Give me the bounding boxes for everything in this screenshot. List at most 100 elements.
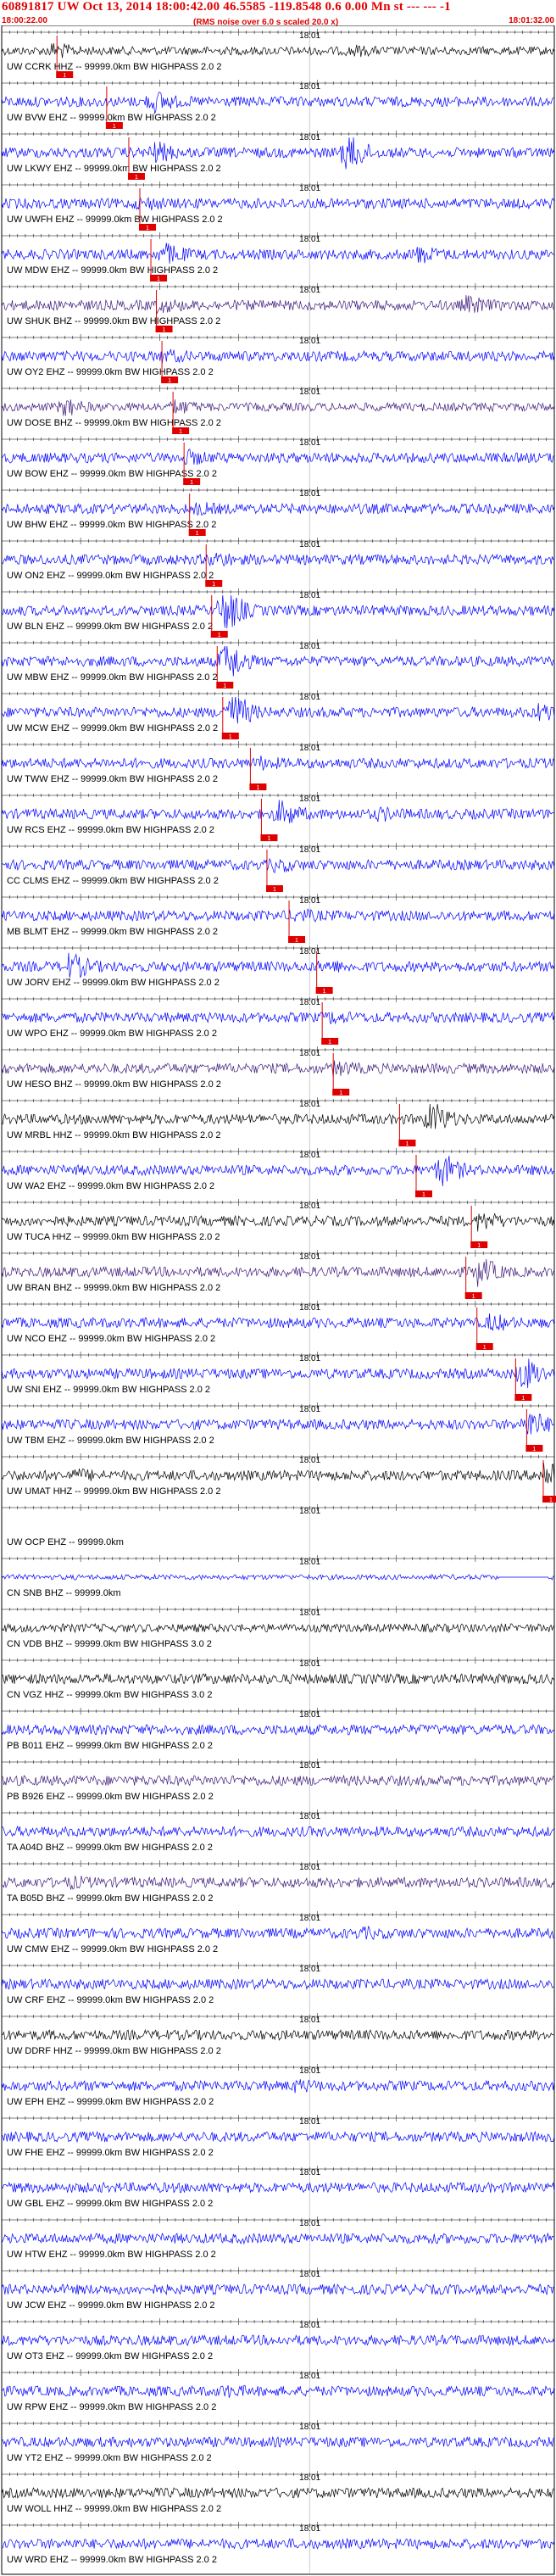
- waveform: [1, 1011, 555, 1025]
- trace-4: 18:01 UW MDW EHZ -- 99999.0km BW HIGHPASS…: [1, 232, 555, 282]
- station-label: UW CCRK HHZ -- 99999.0km BW HIGHPASS 2.0…: [7, 62, 221, 72]
- pick-label: 1: [483, 1345, 486, 1351]
- minute-tick-label: 18:01: [299, 795, 320, 804]
- trace-34: 18:01 PB B926 EHZ -- 99999.0km BW HIGHPAS…: [1, 1759, 555, 1802]
- minute-tick-label: 18:01: [299, 1354, 320, 1363]
- station-label: UW TBM EHZ -- 99999.0km BW HIGHPASS 2.0 …: [7, 1436, 214, 1446]
- minute-tick-label: 18:01: [299, 1659, 320, 1669]
- station-label: TA A04D BHZ -- 99999.0km BW HIGHPASS 2.0…: [7, 1843, 213, 1853]
- pick-label: 1: [477, 1243, 481, 1249]
- station-label: UW SHUK BHZ -- 99999.0km BW HIGHPASS 2.0…: [7, 316, 220, 326]
- minute-tick-label: 18:01: [299, 2016, 320, 2025]
- minute-tick-label: 18:01: [299, 1456, 320, 1465]
- station-label: PB B011 EHZ -- 99999.0km BW HIGHPASS 2.0…: [7, 1741, 213, 1751]
- trace-28: 18:01 UW UMAT HHZ -- 99999.0km BW HIGHPAS…: [1, 1453, 556, 1503]
- station-label: CC CLMS EHZ -- 99999.0km BW HIGHPASS 2.0…: [7, 876, 219, 886]
- station-label: UW OY2 EHZ -- 99999.0km BW HIGHPASS 2.0 …: [7, 367, 214, 377]
- minute-tick-label: 18:01: [299, 1558, 320, 1567]
- waveform: [1, 552, 555, 567]
- trace-25: 18:01 UW NCO EHZ -- 99999.0km BW HIGHPASS…: [1, 1301, 555, 1351]
- station-label: UW FHE EHZ -- 99999.0km BW HIGHPASS 2.0 …: [7, 2148, 214, 2158]
- waveform: [1, 196, 555, 211]
- trace-15: 18:01 UW RCS EHZ -- 99999.0km BW HIGHPASS…: [1, 792, 555, 842]
- trace-35: 18:01 TA A04D BHZ -- 99999.0km BW HIGHPAS…: [1, 1809, 555, 1853]
- minute-tick-label: 18:01: [299, 1049, 320, 1058]
- waveform: [1, 858, 555, 873]
- pick-label: 1: [212, 582, 215, 588]
- station-label: UW TUCA HHZ -- 99999.0km BW HIGHPASS 2.0…: [7, 1232, 220, 1242]
- pick-label: 1: [163, 327, 166, 333]
- pick-label: 1: [273, 887, 276, 893]
- waveform: [1, 1358, 555, 1389]
- minute-tick-label: 18:01: [299, 896, 320, 906]
- minute-tick-label: 18:01: [299, 1252, 320, 1262]
- trace-1: 18:01 UW BVW EHZ -- 99999.0km BW HIGHPASS…: [1, 80, 555, 130]
- pick-label: 1: [532, 1447, 536, 1452]
- trace-3: 18:01 UW UWFH EHZ -- 99999.0km BW HIGHPAS…: [1, 181, 555, 231]
- pick-label: 1: [179, 429, 182, 435]
- minute-tick-label: 18:01: [299, 1965, 320, 1974]
- pick-label: 1: [146, 226, 149, 231]
- minute-tick-label: 18:01: [299, 1100, 320, 1109]
- waveform: [1, 1463, 555, 1484]
- station-label: UW RCS EHZ -- 99999.0km BW HIGHPASS 2.0 …: [7, 825, 214, 835]
- pick-label: 1: [218, 633, 221, 638]
- trace-22: 18:01 UW WA2 EHZ -- 99999.0km BW HIGHPASS…: [1, 1148, 555, 1198]
- pick-label: 1: [422, 1192, 425, 1198]
- station-label: UW GBL EHZ -- 99999.0km BW HIGHPASS 2.0 …: [7, 2199, 213, 2209]
- waveform: [1, 1876, 555, 1890]
- pick-label: 1: [190, 480, 193, 486]
- waveform: [1, 2232, 555, 2245]
- station-label: UW MBW EHZ -- 99999.0km BW HIGHPASS 2.0 …: [7, 672, 218, 683]
- end-time: 18:01:32.00: [509, 16, 554, 25]
- station-label: UW EPH EHZ -- 99999.0km BW HIGHPASS 2.0 …: [7, 2097, 214, 2107]
- station-label: CN VDB BHZ -- 99999.0km BW HIGHPASS 3.0 …: [7, 1639, 212, 1649]
- trace-38: 18:01 UW CRF EHZ -- 99999.0km BW HIGHPASS…: [1, 1962, 555, 2005]
- minute-tick-label: 18:01: [299, 82, 320, 92]
- trace-29: 18:01 UW OCP EHZ -- 99999.0km: [1, 1504, 555, 1547]
- minute-tick-label: 18:01: [299, 133, 320, 142]
- minute-tick-label: 18:01: [299, 744, 320, 753]
- waveform: [1, 2283, 555, 2296]
- station-label: UW OT3 EHZ -- 99999.0km BW HIGHPASS 2.0 …: [7, 2351, 213, 2361]
- pick-label: 1: [113, 124, 116, 130]
- station-label: UW WA2 EHZ -- 99999.0km BW HIGHPASS 2.0 …: [7, 1181, 214, 1191]
- minute-tick-label: 18:01: [299, 2321, 320, 2330]
- trace-32: 18:01 CN VGZ HHZ -- 99999.0km BW HIGHPASS…: [1, 1657, 555, 1700]
- trace-48: 18:01 UW WOLL HHZ -- 99999.0km BW HIGHPAS…: [1, 2471, 555, 2514]
- minute-tick-label: 18:01: [299, 337, 320, 346]
- minute-tick-label: 18:01: [299, 1202, 320, 1211]
- trace-23: 18:01 UW TUCA HHZ -- 99999.0km BW HIGHPAS…: [1, 1199, 555, 1249]
- pick-label: 1: [521, 1396, 525, 1402]
- waveform: [1, 1060, 555, 1077]
- waveform: [1, 1413, 555, 1435]
- station-label: UW MCW EHZ -- 99999.0km BW HIGHPASS 2.0 …: [7, 723, 218, 733]
- trace-10: 18:01 UW ON2 EHZ -- 99999.0km BW HIGHPASS…: [1, 538, 555, 588]
- trace-20: 18:01 UW HESO BHZ -- 99999.0km BW HIGHPAS…: [1, 1046, 555, 1096]
- trace-47: 18:01 UW YT2 EHZ -- 99999.0km BW HIGHPASS…: [1, 2420, 555, 2463]
- minute-tick-label: 18:01: [299, 1710, 320, 1720]
- trace-37: 18:01 UW CMW EHZ -- 99999.0km BW HIGHPASS…: [1, 1911, 555, 1954]
- station-label: MB BLMT EHZ -- 99999.0km BW HIGHPASS 2.0…: [7, 927, 218, 937]
- station-label: UW TWW EHZ -- 99999.0km BW HIGHPASS 2.0 …: [7, 774, 218, 784]
- trace-5: 18:01 UW SHUK BHZ -- 99999.0km BW HIGHPAS…: [1, 283, 555, 333]
- trace-39: 18:01 UW DDRF HHZ -- 99999.0km BW HIGHPAS…: [1, 2013, 555, 2056]
- waveform: [1, 2334, 555, 2347]
- pick-label: 1: [323, 989, 326, 995]
- waveform: [1, 1622, 555, 1634]
- pick-label: 1: [157, 276, 160, 282]
- station-label: UW WOLL HHZ -- 99999.0km BW HIGHPASS 2.0…: [7, 2504, 221, 2514]
- minute-tick-label: 18:01: [299, 1507, 320, 1516]
- pick-label: 1: [63, 73, 66, 79]
- station-label: UW JORV EHZ -- 99999.0km BW HIGHPASS 2.0…: [7, 978, 220, 988]
- waveform: [1, 2182, 555, 2194]
- minute-tick-label: 18:01: [299, 388, 320, 397]
- trace-27: 18:01 UW TBM EHZ -- 99999.0km BW HIGHPASS…: [1, 1402, 555, 1452]
- waveform: [1, 43, 555, 59]
- waveform: [1, 2486, 555, 2500]
- trace-42: 18:01 UW GBL EHZ -- 99999.0km BW HIGHPASS…: [1, 2166, 555, 2209]
- trace-11: 18:01 UW BLN EHZ -- 99999.0km BW HIGHPASS…: [1, 588, 555, 638]
- waveform: [1, 1672, 555, 1685]
- station-label: UW CMW EHZ -- 99999.0km BW HIGHPASS 2.0 …: [7, 1944, 218, 1954]
- waveform: [1, 2130, 555, 2144]
